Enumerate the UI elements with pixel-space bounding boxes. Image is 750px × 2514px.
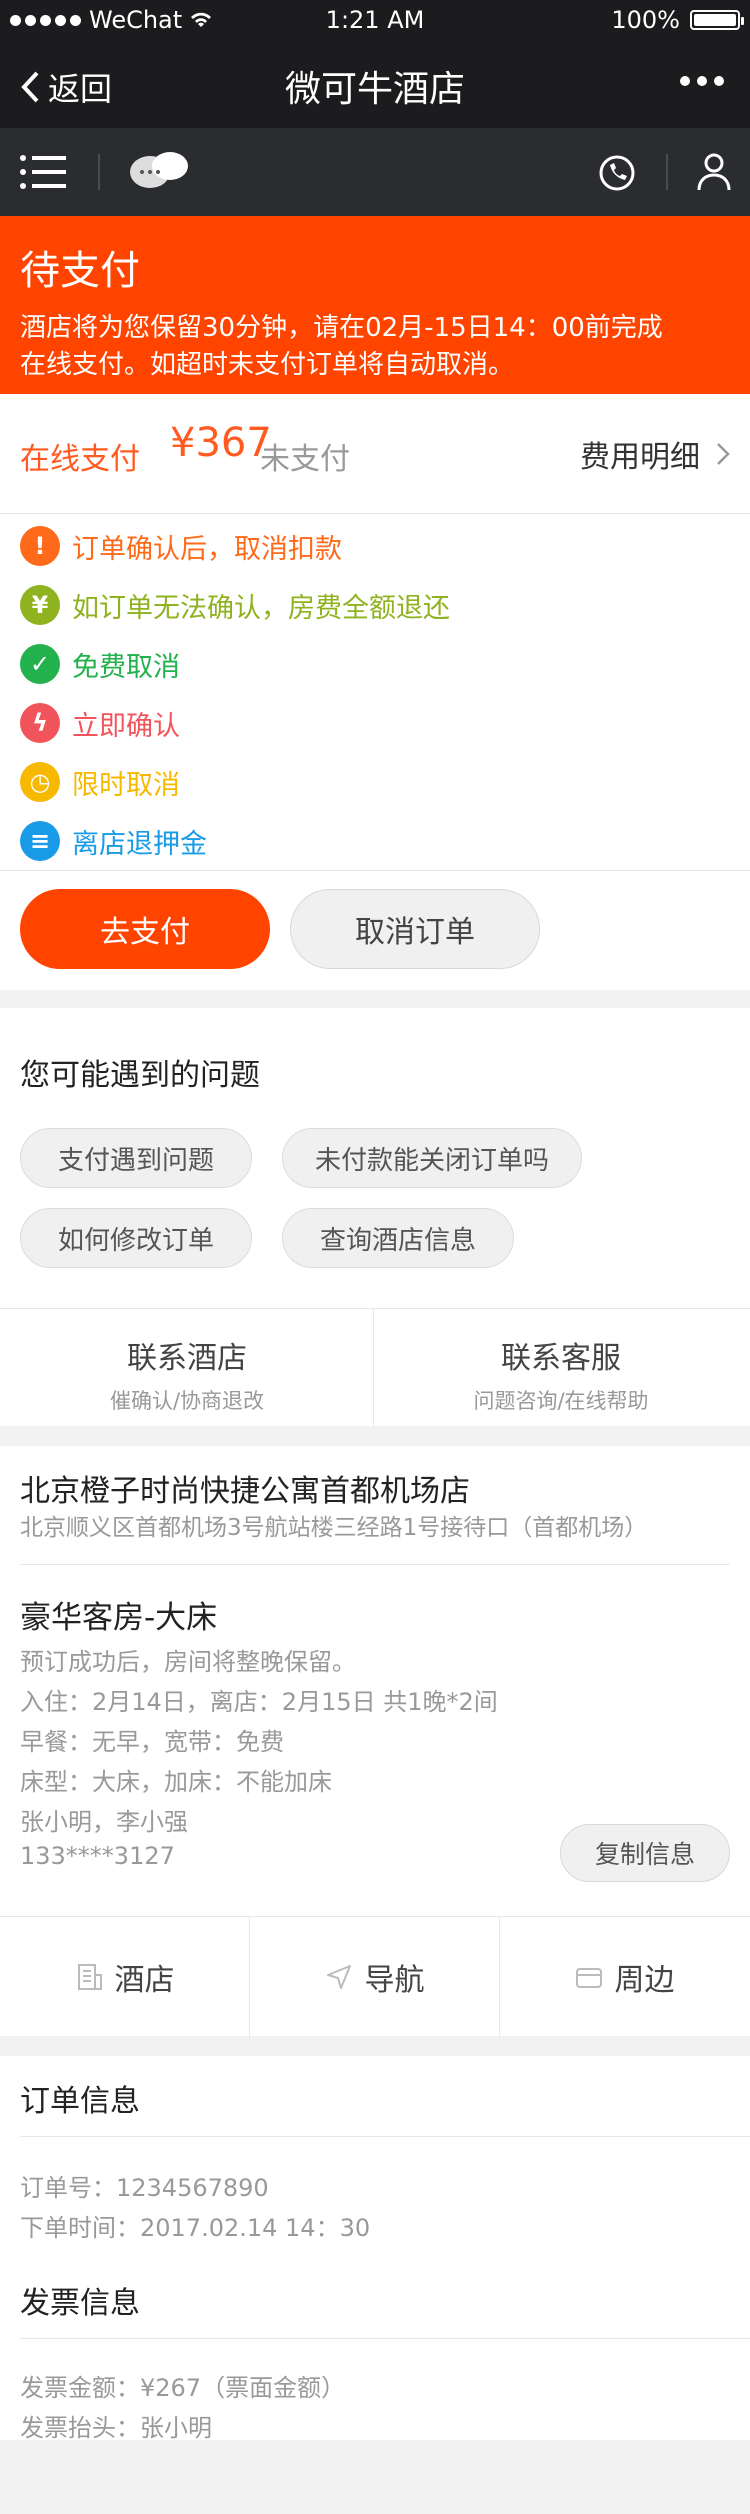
lightning-icon: ϟ — [20, 703, 60, 743]
contact-hotel-subtitle: 催确认/协商退改 — [109, 1389, 265, 1413]
order-info: 订单信息 订单号：1234567890 下单时间：2017.02.14 14：3… — [0, 2056, 750, 2442]
faq-chip[interactable]: 支付遇到问题 — [20, 1128, 252, 1188]
toolbar-divider — [666, 154, 668, 190]
invoice-amount: 发票金额：¥267（票面金额） — [20, 2374, 346, 2402]
invoice-header: 发票抬头：张小明 — [20, 2414, 212, 2442]
pending-payment-banner: 待支付 酒店将为您保留30分钟，请在02月-15日14：00前完成 在线支付。如… — [0, 216, 750, 394]
action-label: 酒店 — [114, 1963, 175, 1998]
divider — [20, 2338, 750, 2339]
faq-chip[interactable]: 如何修改订单 — [20, 1208, 252, 1268]
policy-list: ! 订单确认后，取消扣款 ¥ 如订单无法确认，房费全额退还 ✓ 免费取消 ϟ 立… — [0, 514, 750, 870]
status-right: 100% — [611, 6, 744, 34]
contact-service-button[interactable]: 联系客服 问题咨询/在线帮助 — [374, 1309, 748, 1427]
cancel-order-button[interactable]: 取消订单 — [290, 889, 540, 969]
booking-detail: 床型：大床，加床：不能加床 — [20, 1768, 332, 1796]
hotel-info: 北京橙子时尚快捷公寓首都机场店 北京顺义区首都机场3号航站楼三经路1号接待口（首… — [0, 1446, 750, 1916]
divider — [20, 2136, 750, 2137]
fee-detail-link[interactable]: 费用明细 — [580, 432, 730, 476]
payment-label: 在线支付 — [20, 442, 140, 477]
order-info-title: 订单信息 — [20, 2084, 140, 2119]
action-label: 导航 — [364, 1963, 425, 1998]
copy-info-button[interactable]: 复制信息 — [560, 1824, 730, 1882]
tool-bar — [0, 128, 750, 216]
banner-title: 待支付 — [20, 248, 140, 294]
page-title: 微可牛酒店 — [284, 69, 465, 110]
policy-item: ≡ 离店退押金 — [20, 821, 207, 861]
faq-chip[interactable]: 未付款能关闭订单吗 — [282, 1128, 582, 1188]
hotel-actions: 酒店 导航 周边 — [0, 1916, 750, 2037]
booking-detail: 入住：2月14日，离店：2月15日 共1晚*2间 — [20, 1688, 498, 1716]
payment-summary: 在线支付 ¥367 未支付 费用明细 — [0, 394, 750, 514]
yuan-icon: ¥ — [20, 585, 60, 625]
nearby-action-button[interactable]: 周边 — [500, 1917, 749, 2037]
policy-text: 如订单无法确认，房费全额退还 — [72, 592, 450, 624]
policy-text: 免费取消 — [72, 651, 180, 683]
guest-names: 张小明，李小强 — [20, 1808, 188, 1836]
navigation-action-button[interactable]: 导航 — [250, 1917, 499, 2037]
invoice-info-title: 发票信息 — [20, 2286, 140, 2321]
status-bar: WeChat 1:21 AM 100% — [0, 0, 750, 40]
battery-icon — [690, 10, 744, 30]
booking-detail: 预订成功后，房间将整晚保留。 — [20, 1648, 356, 1676]
chevron-right-icon — [717, 443, 730, 465]
payment-amount: ¥367 — [170, 420, 272, 466]
contact-service-title: 联系客服 — [501, 1341, 621, 1376]
contact-hotel-button[interactable]: 联系酒店 催确认/协商退改 — [0, 1309, 374, 1427]
chat-icon[interactable] — [128, 150, 190, 194]
more-button[interactable] — [680, 76, 724, 86]
nav-bar: 返回 微可牛酒店 — [0, 40, 750, 128]
banner-line-1: 酒店将为您保留30分钟，请在02月-15日14：00前完成 — [20, 313, 663, 343]
coins-icon: ≡ — [20, 821, 60, 861]
policy-item: ◷ 限时取消 — [20, 762, 180, 802]
contact-hotel-title: 联系酒店 — [127, 1341, 247, 1376]
action-buttons: 去支付 取消订单 — [0, 870, 750, 990]
policy-item: ✓ 免费取消 — [20, 644, 180, 684]
policy-text: 立即确认 — [72, 710, 180, 742]
contact-section: 联系酒店 催确认/协商退改 联系客服 问题咨询/在线帮助 — [0, 1308, 750, 1427]
check-icon: ✓ — [20, 644, 60, 684]
hotel-address: 北京顺义区首都机场3号航站楼三经路1号接待口（首都机场） — [20, 1515, 648, 1541]
action-label: 周边 — [614, 1963, 675, 1998]
menu-icon[interactable] — [20, 154, 68, 190]
toolbar-divider — [98, 154, 100, 190]
policy-item: ϟ 立即确认 — [20, 703, 180, 743]
guest-phone: 133****3127 — [20, 1842, 175, 1870]
contact-service-subtitle: 问题咨询/在线帮助 — [473, 1389, 649, 1413]
room-type: 豪华客房-大床 — [20, 1600, 218, 1636]
policy-text: 订单确认后，取消扣款 — [72, 533, 342, 565]
policy-item: ! 订单确认后，取消扣款 — [20, 526, 342, 566]
nearby-icon — [575, 1968, 602, 1988]
policy-text: 离店退押金 — [72, 828, 207, 860]
hotel-icon — [77, 1964, 102, 1990]
divider — [20, 1564, 730, 1565]
fee-detail-label: 费用明细 — [580, 440, 700, 475]
payment-status: 未支付 — [260, 442, 350, 477]
booking-detail: 早餐：无早，宽带：免费 — [20, 1728, 284, 1756]
phone-icon[interactable] — [598, 154, 636, 192]
order-time: 下单时间：2017.02.14 14：30 — [20, 2214, 371, 2242]
banner-line-2: 在线支付。如超时未支付订单将自动取消。 — [20, 350, 515, 380]
clock-icon: ◷ — [20, 762, 60, 802]
alert-icon: ! — [20, 526, 60, 566]
policy-item: ¥ 如订单无法确认，房费全额退还 — [20, 585, 450, 625]
order-number: 订单号：1234567890 — [20, 2174, 269, 2202]
faq-chip[interactable]: 查询酒店信息 — [282, 1208, 514, 1268]
user-icon[interactable] — [696, 152, 732, 192]
policy-text: 限时取消 — [72, 769, 180, 801]
battery-percent: 100% — [611, 6, 680, 34]
pay-button[interactable]: 去支付 — [20, 889, 270, 969]
hotel-action-button[interactable]: 酒店 — [0, 1917, 249, 2037]
navigation-icon — [326, 1965, 351, 1989]
hotel-name: 北京橙子时尚快捷公寓首都机场店 — [20, 1474, 470, 1509]
faq-section: 您可能遇到的问题 支付遇到问题 未付款能关闭订单吗 如何修改订单 查询酒店信息 — [0, 1008, 750, 1308]
faq-title: 您可能遇到的问题 — [20, 1058, 260, 1093]
